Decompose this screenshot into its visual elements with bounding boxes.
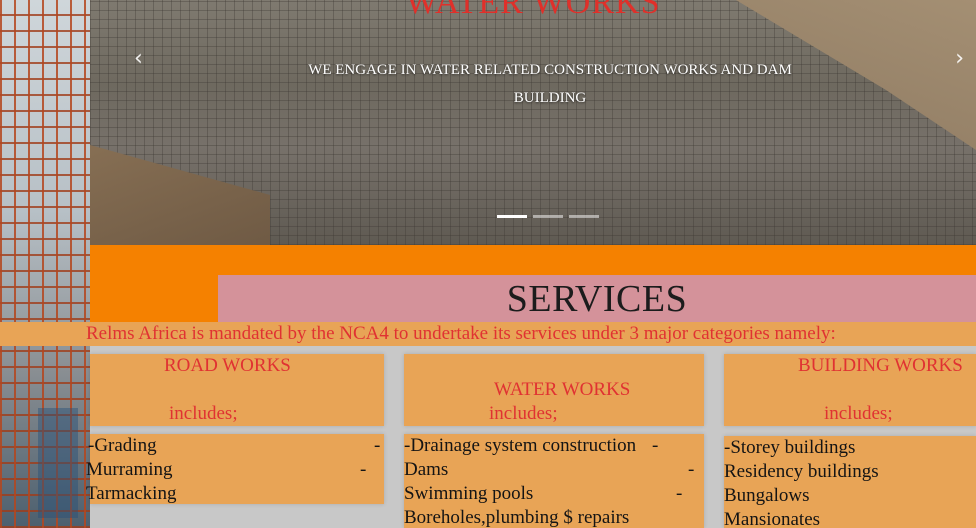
services-intro-bar: Relms Africa is mandated by the NCA4 to … (0, 322, 976, 346)
building-works-card-body: -Storey buildings Residency buildings Bu… (724, 436, 976, 528)
carousel-indicators (497, 215, 599, 218)
water-works-dash: - (688, 459, 695, 480)
carousel-indicator-1[interactable] (497, 215, 527, 218)
water-works-includes: includes; (489, 403, 558, 424)
road-works-item: -Grading (88, 435, 157, 456)
building-works-card-header: BUILDING WORKS includes; (724, 354, 976, 426)
carousel-caption: WE ENGAGE IN WATER RELATED CONSTRUCTION … (290, 56, 810, 112)
hero-photo-ground-left (90, 145, 270, 245)
road-works-item: Murraming (86, 459, 173, 480)
road-works-dash: - (374, 435, 381, 456)
hero-carousel: WATER WORKS WE ENGAGE IN WATER RELATED C… (90, 0, 976, 245)
road-works-card-header: ROAD WORKS includes; (90, 354, 384, 426)
water-works-item: -Drainage system construction (404, 435, 637, 456)
page: WATER WORKS WE ENGAGE IN WATER RELATED C… (0, 0, 976, 528)
carousel-next-arrow-icon[interactable]: › (955, 46, 964, 71)
building-works-includes: includes; (824, 403, 893, 424)
road-works-title: ROAD WORKS (164, 355, 291, 376)
road-works-item: Tarmacking (86, 483, 177, 504)
road-works-card-body: -Grading Murraming Tarmacking - - (86, 434, 384, 504)
carousel-prev-arrow-icon[interactable]: ‹ (134, 46, 143, 71)
carousel-title: WATER WORKS (405, 0, 661, 21)
building-works-item: Mansionates (724, 509, 821, 528)
services-intro-text: Relms Africa is mandated by the NCA4 to … (86, 323, 836, 344)
water-works-item: Boreholes,plumbing $ repairs (404, 507, 630, 528)
carousel-indicator-3[interactable] (569, 215, 599, 218)
water-works-card-header: WATER WORKS includes; (404, 354, 704, 426)
road-works-dash: - (360, 459, 367, 480)
water-works-title: WATER WORKS (494, 379, 631, 400)
carousel-caption-line-1: WE ENGAGE IN WATER RELATED CONSTRUCTION … (308, 62, 792, 78)
water-works-item: Swimming pools (404, 483, 534, 504)
services-header: SERVICES (218, 275, 976, 322)
water-works-item: Dams (404, 459, 449, 480)
building-works-item: -Storey buildings (724, 437, 856, 458)
water-works-dash: - (652, 435, 659, 456)
scaffolding-background-image (0, 0, 90, 528)
road-works-includes: includes; (169, 403, 238, 424)
carousel-indicator-2[interactable] (533, 215, 563, 218)
carousel-caption-line-2: BUILDING (513, 90, 587, 106)
building-works-title: BUILDING WORKS (798, 355, 963, 376)
services-title: SERVICES (506, 278, 688, 320)
building-works-item: Bungalows (724, 485, 810, 506)
building-works-item: Residency buildings (724, 461, 879, 482)
water-works-card-body: -Drainage system construction Dams Swimm… (404, 434, 704, 528)
water-works-dash: - (676, 483, 683, 504)
